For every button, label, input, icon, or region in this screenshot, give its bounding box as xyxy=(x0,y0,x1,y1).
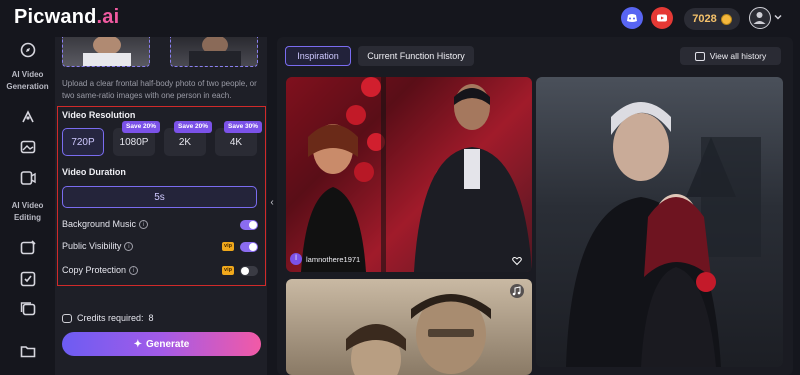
coin-icon xyxy=(720,13,732,25)
nav-label-ai-video-editing: AI Video Editing xyxy=(11,201,44,222)
credits-stack-icon xyxy=(62,313,72,323)
duration-title: Video Duration xyxy=(62,167,126,177)
left-navigation: AI Video Generation AI Video Editing xyxy=(0,37,55,375)
video-layers-icon[interactable] xyxy=(19,300,37,318)
discord-icon[interactable] xyxy=(621,7,643,29)
card-author-tag[interactable]: l lamnothere1971 xyxy=(290,253,360,265)
tab-current-function-history[interactable]: Current Function History xyxy=(358,46,474,66)
info-icon[interactable]: i xyxy=(124,242,134,252)
background-music-toggle[interactable] xyxy=(240,220,258,230)
video-enhance-icon[interactable] xyxy=(19,270,37,288)
collapse-panel-chevron-left-icon[interactable]: ‹ xyxy=(267,192,277,212)
compass-icon[interactable] xyxy=(19,41,37,59)
history-icon xyxy=(694,51,705,61)
sparkle-icon: ✦ xyxy=(133,338,143,350)
gallery-card[interactable] xyxy=(536,77,783,367)
credit-balance-badge[interactable]: 7028 xyxy=(684,8,740,30)
copy-protection-label: Copy Protection i xyxy=(62,265,139,276)
save-badge-2k: Save 20% xyxy=(174,121,212,133)
people-animate-icon[interactable] xyxy=(19,108,37,126)
user-avatar-icon[interactable] xyxy=(749,7,771,29)
resolution-title: Video Resolution xyxy=(62,110,136,120)
author-avatar-icon: l xyxy=(290,253,302,265)
generate-button[interactable]: ✦ Generate xyxy=(62,332,261,356)
save-badge-1080p: Save 20% xyxy=(122,121,160,133)
vip-badge: vip xyxy=(222,266,234,275)
info-icon[interactable]: i xyxy=(139,220,149,230)
credits-required: Credits required: 8 xyxy=(62,313,154,323)
uploaded-image-1[interactable] xyxy=(62,37,150,67)
music-icon[interactable] xyxy=(510,284,524,298)
upload-hint: Upload a clear frontal half-body photo o… xyxy=(62,79,257,100)
view-all-history-button[interactable]: View all history xyxy=(680,47,781,65)
save-badge-4k: Save 30% xyxy=(224,121,262,133)
vip-badge: vip xyxy=(222,242,234,251)
app-logo[interactable]: Picwand.ai xyxy=(14,6,119,29)
uploaded-image-2[interactable] xyxy=(170,37,258,67)
gallery-card[interactable] xyxy=(286,279,532,375)
gallery-card[interactable] xyxy=(286,77,532,272)
heart-icon[interactable] xyxy=(512,256,522,266)
info-icon[interactable]: i xyxy=(129,266,139,276)
nav-label-ai-video-generation: AI Video Generation xyxy=(6,70,49,91)
tab-inspiration[interactable]: Inspiration xyxy=(285,46,351,66)
copy-protection-toggle[interactable] xyxy=(240,266,258,276)
text-to-video-icon[interactable] xyxy=(19,169,37,187)
youtube-icon[interactable] xyxy=(651,7,673,29)
folder-icon[interactable] xyxy=(19,342,37,360)
public-visibility-label: Public Visibility i xyxy=(62,241,134,252)
video-edit-icon[interactable] xyxy=(19,239,37,257)
public-visibility-toggle[interactable] xyxy=(240,242,258,252)
chevron-down-icon[interactable] xyxy=(773,12,783,22)
resolution-720p-button[interactable]: 720P xyxy=(62,128,104,156)
image-to-video-icon[interactable] xyxy=(19,138,37,156)
top-bar: Picwand.ai 7028 xyxy=(0,0,800,37)
duration-5s-button[interactable]: 5s xyxy=(62,186,257,208)
credit-balance-value: 7028 xyxy=(692,13,717,25)
background-music-label: Background Music i xyxy=(62,219,149,230)
